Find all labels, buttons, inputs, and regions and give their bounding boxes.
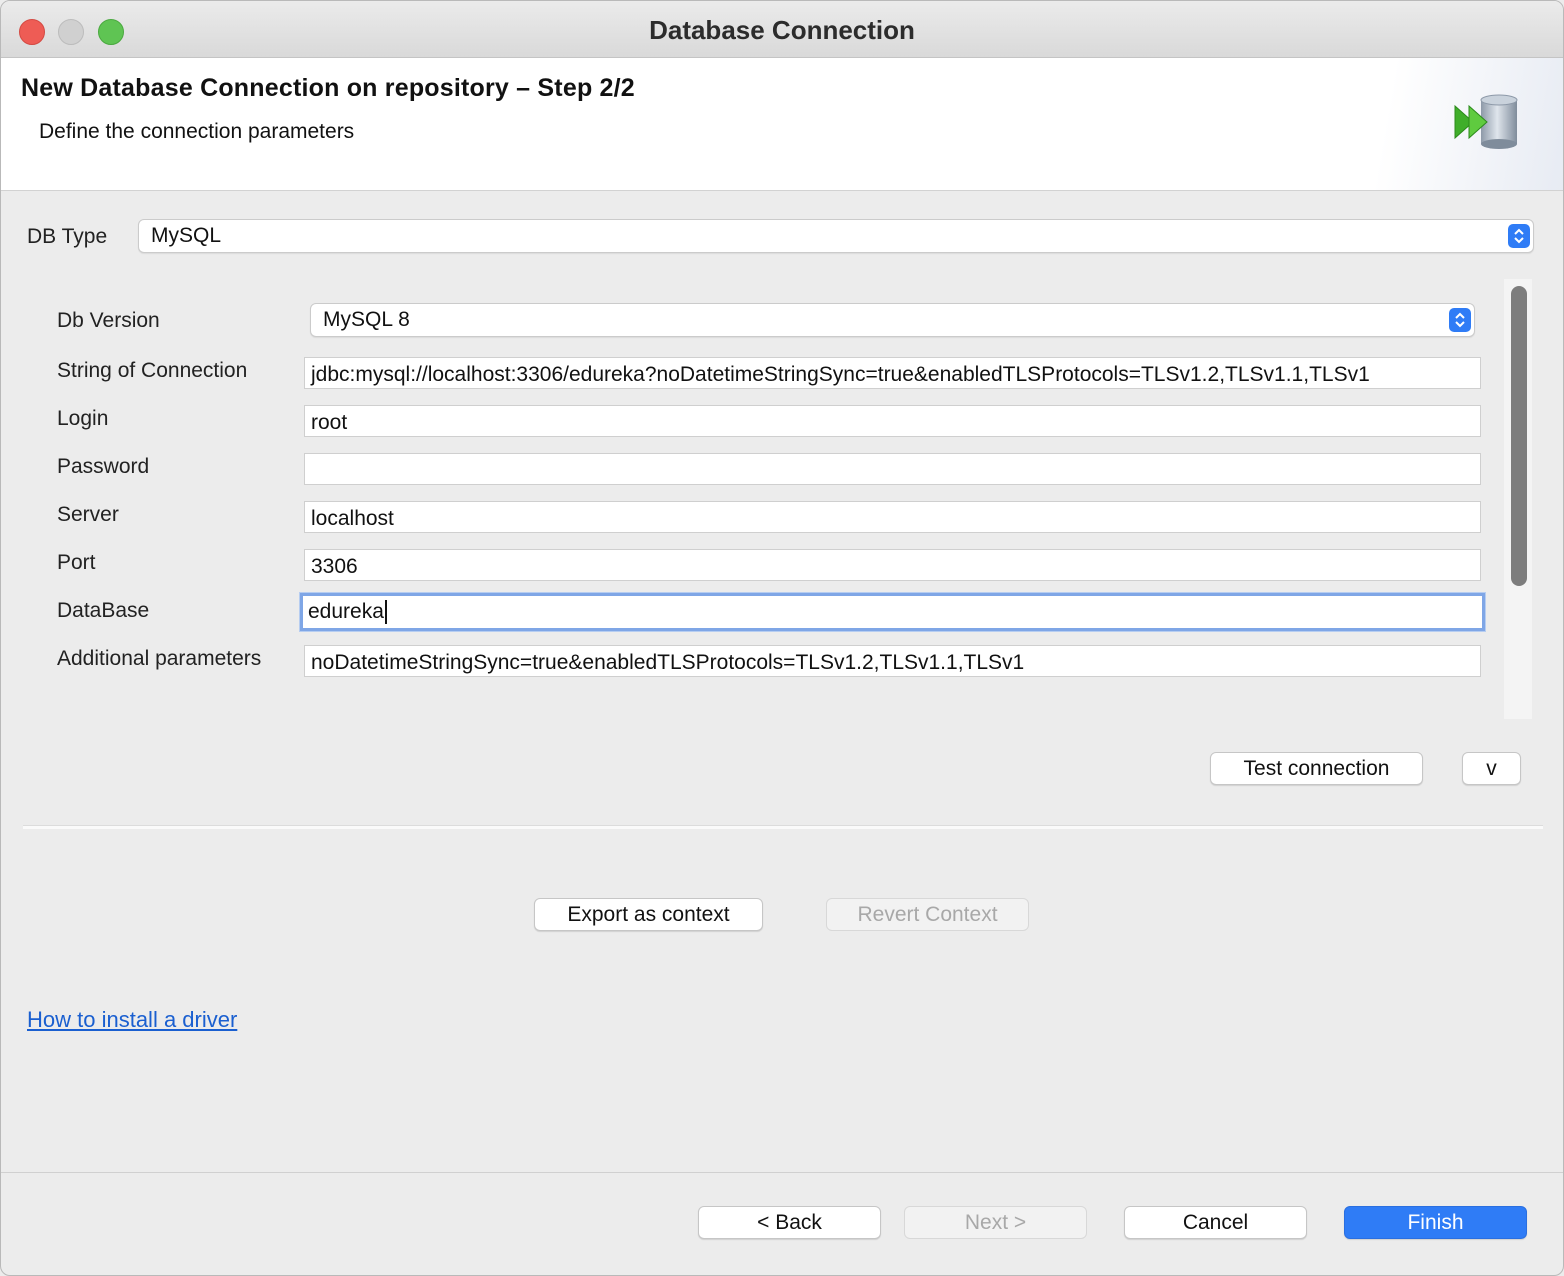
server-field[interactable]: localhost [304, 501, 1481, 533]
next-button[interactable]: Next > [904, 1206, 1087, 1239]
title-bar: Database Connection [1, 1, 1563, 58]
port-field[interactable]: 3306 [304, 549, 1481, 581]
window-title: Database Connection [649, 15, 915, 45]
wizard-title: New Database Connection on repository – … [21, 74, 635, 102]
db-version-select[interactable]: MySQL 8 [310, 303, 1475, 337]
db-version-label: Db Version [57, 309, 160, 332]
additional-parameters-field[interactable]: noDatetimeStringSync=true&enabledTLSProt… [304, 645, 1481, 677]
connection-string-field[interactable]: jdbc:mysql://localhost:3306/edureka?noDa… [304, 357, 1481, 389]
footer-divider [1, 1172, 1563, 1173]
db-type-select[interactable]: MySQL [138, 219, 1534, 253]
db-version-value: MySQL 8 [323, 308, 410, 331]
database-connection-window: Database Connection New Database Connect… [0, 0, 1564, 1276]
db-type-value: MySQL [151, 224, 222, 247]
login-field[interactable]: root [304, 405, 1481, 437]
login-label: Login [57, 407, 109, 430]
password-field[interactable] [304, 453, 1481, 485]
password-label: Password [57, 455, 150, 478]
wizard-header: New Database Connection on repository – … [1, 58, 1563, 191]
database-field[interactable]: edureka [300, 593, 1485, 631]
port-label: Port [57, 551, 96, 574]
back-button[interactable]: < Back [698, 1206, 881, 1239]
how-to-install-driver-link[interactable]: How to install a driver [27, 1007, 237, 1033]
select-stepper-icon [1508, 224, 1530, 248]
database-connection-icon [1454, 94, 1518, 149]
db-type-label: DB Type [27, 225, 108, 248]
cancel-button[interactable]: Cancel [1124, 1206, 1307, 1239]
expand-button[interactable]: v [1462, 752, 1521, 785]
additional-parameters-label: Additional parameters [57, 647, 262, 670]
text-cursor [384, 600, 387, 625]
select-stepper-icon [1449, 308, 1471, 332]
export-as-context-button[interactable]: Export as context [534, 898, 763, 931]
test-connection-button[interactable]: Test connection [1210, 752, 1423, 785]
finish-button[interactable]: Finish [1344, 1206, 1527, 1239]
scrollbar-thumb[interactable] [1511, 286, 1527, 586]
database-value: edureka [308, 600, 384, 623]
connection-string-label: String of Connection [57, 359, 248, 382]
database-label: DataBase [57, 599, 150, 622]
server-label: Server [57, 503, 119, 526]
wizard-subtitle: Define the connection parameters [39, 120, 355, 143]
section-divider [23, 825, 1543, 829]
revert-context-button[interactable]: Revert Context [826, 898, 1029, 931]
